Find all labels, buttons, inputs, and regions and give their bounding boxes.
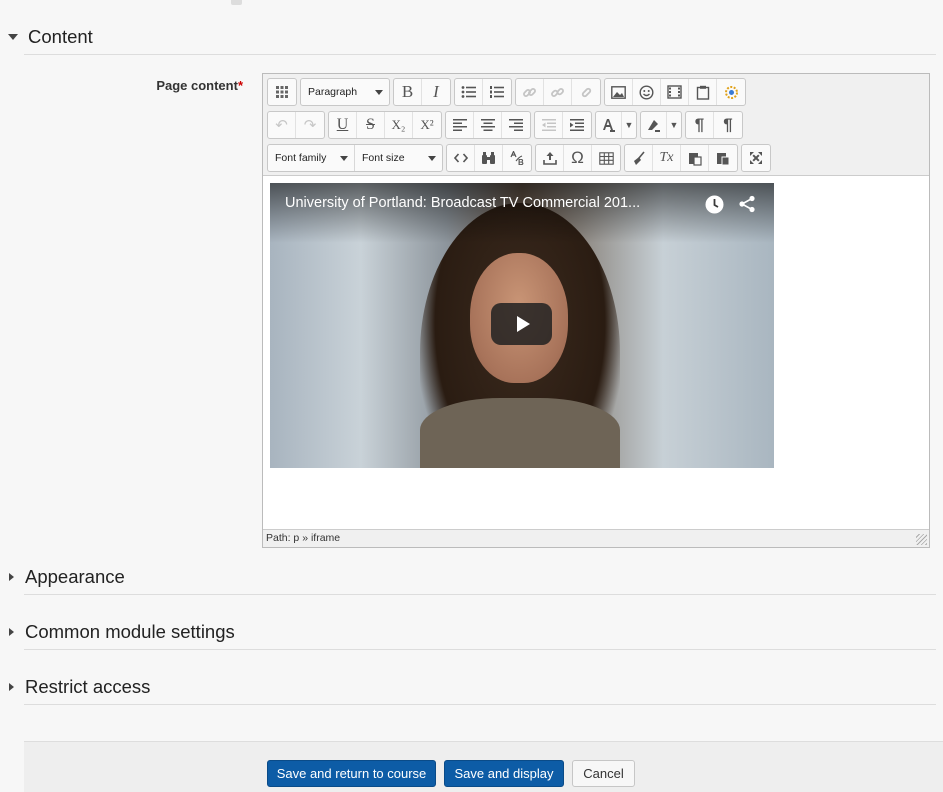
- media-icon[interactable]: [661, 79, 689, 105]
- subscript-button[interactable]: X₂: [385, 112, 413, 138]
- background-color-icon[interactable]: [641, 112, 667, 138]
- strikethrough-button[interactable]: S: [357, 112, 385, 138]
- embedded-video[interactable]: University of Portland: Broadcast TV Com…: [270, 183, 774, 468]
- undo-icon[interactable]: ↶: [268, 112, 296, 138]
- divider: [24, 594, 936, 595]
- underline-button[interactable]: U: [329, 112, 357, 138]
- chevron-down-icon: [375, 89, 383, 95]
- anchor-link-icon[interactable]: [572, 79, 600, 105]
- ltr-icon[interactable]: ¶: [686, 112, 714, 138]
- save-return-button[interactable]: Save and return to course: [267, 760, 436, 787]
- indent-icon[interactable]: [563, 112, 591, 138]
- caret-down-icon: [8, 34, 18, 40]
- collapse-stub: [231, 0, 242, 5]
- section-title: Common module settings: [25, 621, 235, 642]
- section-content-header[interactable]: Content: [0, 22, 93, 52]
- chevron-down-icon[interactable]: ▼: [622, 112, 636, 138]
- upload-icon[interactable]: [536, 145, 564, 171]
- link-icon[interactable]: [516, 79, 544, 105]
- divider: [24, 54, 936, 55]
- resize-handle[interactable]: [916, 534, 927, 545]
- emoticon-icon[interactable]: [633, 79, 661, 105]
- video-title[interactable]: University of Portland: Broadcast TV Com…: [285, 195, 640, 211]
- chevron-down-icon: [340, 155, 348, 161]
- toggle-toolbar-icon[interactable]: [268, 79, 296, 105]
- page-content-label: Page content*: [156, 78, 243, 93]
- accessibility-checker-icon[interactable]: [717, 79, 745, 105]
- rich-text-editor: Paragraph B I ↶ ↷ U S X₂ X² ▼ ▼ ¶ ¶ Font…: [262, 73, 930, 548]
- toolbar-row-2: ↶ ↷ U S X₂ X² ▼ ▼ ¶ ¶: [267, 110, 746, 140]
- section-common-header[interactable]: Common module settings: [0, 617, 235, 647]
- text-color-icon[interactable]: [596, 112, 622, 138]
- image-icon[interactable]: [605, 79, 633, 105]
- chevron-down-icon[interactable]: ▼: [667, 112, 681, 138]
- clock-icon[interactable]: [703, 193, 725, 215]
- superscript-button[interactable]: X²: [413, 112, 441, 138]
- outdent-icon[interactable]: [535, 112, 563, 138]
- italic-button[interactable]: I: [422, 79, 450, 105]
- required-icon: *: [237, 78, 243, 93]
- manage-files-icon[interactable]: [689, 79, 717, 105]
- redo-icon[interactable]: ↷: [296, 112, 324, 138]
- play-icon: [516, 316, 530, 332]
- clear-formatting-icon[interactable]: Tx: [653, 145, 681, 171]
- rtl-icon[interactable]: ¶: [714, 112, 742, 138]
- numbered-list-icon[interactable]: [483, 79, 511, 105]
- svg-text:B: B: [518, 158, 524, 166]
- unlink-icon[interactable]: [544, 79, 572, 105]
- section-title: Restrict access: [25, 676, 151, 697]
- editor-toolbar: Paragraph B I ↶ ↷ U S X₂ X² ▼ ▼ ¶ ¶ Font…: [263, 74, 929, 176]
- section-title: Appearance: [25, 566, 125, 587]
- caret-right-icon: [9, 628, 14, 636]
- find-replace-icon[interactable]: [475, 145, 503, 171]
- divider: [24, 704, 936, 705]
- editor-status-bar: Path: p » iframe: [263, 529, 929, 547]
- save-display-button[interactable]: Save and display: [444, 760, 564, 787]
- code-icon[interactable]: [447, 145, 475, 171]
- share-icon[interactable]: [736, 193, 758, 215]
- align-center-icon[interactable]: [474, 112, 502, 138]
- toolbar-row-3: Font family Font size B Ω Tx: [267, 143, 774, 173]
- element-path[interactable]: Path: p » iframe: [266, 532, 340, 544]
- bold-button[interactable]: B: [394, 79, 422, 105]
- clean-html-icon[interactable]: [625, 145, 653, 171]
- section-restrict-header[interactable]: Restrict access: [0, 672, 150, 702]
- caret-right-icon: [9, 573, 14, 581]
- divider: [24, 649, 936, 650]
- editor-content[interactable]: University of Portland: Broadcast TV Com…: [263, 176, 929, 529]
- special-character-icon[interactable]: Ω: [564, 145, 592, 171]
- toolbar-row-1: Paragraph B I: [267, 77, 749, 107]
- paragraph-select[interactable]: Paragraph: [301, 79, 389, 105]
- align-right-icon[interactable]: [502, 112, 530, 138]
- paste-word-icon[interactable]: [709, 145, 737, 171]
- cancel-button[interactable]: Cancel: [572, 760, 635, 787]
- font-size-select[interactable]: Font size: [355, 145, 442, 171]
- caret-right-icon: [9, 683, 14, 691]
- form-footer: Save and return to course Save and displ…: [24, 741, 943, 792]
- font-family-select[interactable]: Font family: [268, 145, 355, 171]
- table-icon[interactable]: [592, 145, 620, 171]
- chevron-down-icon: [428, 155, 436, 161]
- section-title: Content: [28, 26, 93, 47]
- play-button[interactable]: [491, 303, 552, 345]
- fullscreen-icon[interactable]: [742, 145, 770, 171]
- section-appearance-header[interactable]: Appearance: [0, 562, 125, 592]
- spellcheck-icon[interactable]: B: [503, 145, 531, 171]
- align-left-icon[interactable]: [446, 112, 474, 138]
- bullet-list-icon[interactable]: [455, 79, 483, 105]
- paste-text-icon[interactable]: [681, 145, 709, 171]
